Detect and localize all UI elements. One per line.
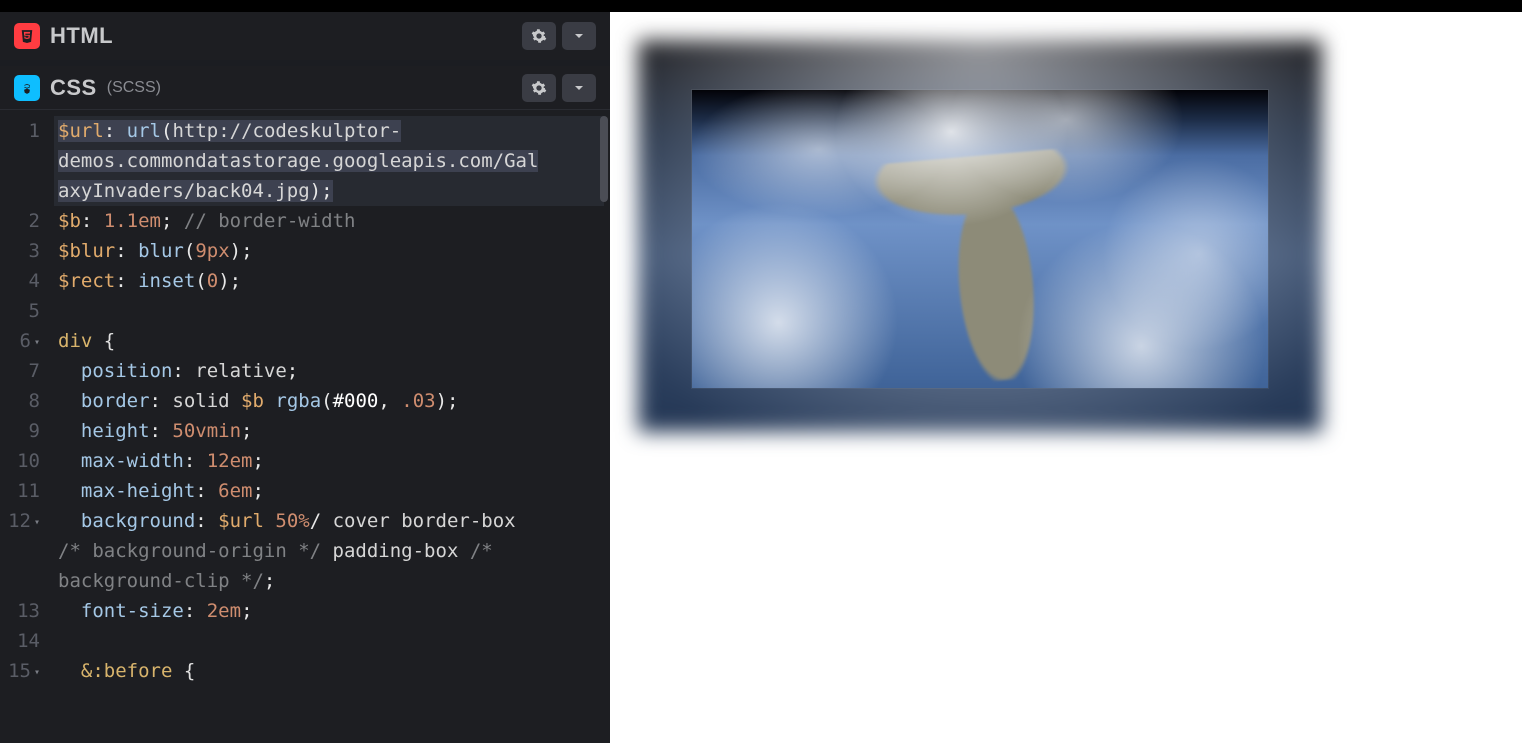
css-expand-button[interactable] (562, 74, 596, 102)
css-icon (14, 75, 40, 101)
css-panel-controls (522, 74, 596, 102)
html-settings-button[interactable] (522, 22, 556, 50)
html-icon (14, 23, 40, 49)
preview-output (638, 40, 1322, 432)
code-line[interactable]: &:before { (54, 656, 604, 686)
line-number: 12▾ (0, 506, 40, 536)
line-number: 4 (0, 266, 40, 296)
line-number: 10 (0, 446, 40, 476)
line-number: 8 (0, 386, 40, 416)
line-number: 13 (0, 596, 40, 626)
chevron-down-icon (571, 80, 587, 96)
line-number: 2 (0, 206, 40, 236)
line-number (0, 146, 40, 176)
line-number: 7 (0, 356, 40, 386)
line-number (0, 566, 40, 596)
code-line[interactable]: $blur: blur(9px); (54, 236, 604, 266)
line-number: 14 (0, 626, 40, 656)
html-panel-label: HTML (14, 23, 113, 49)
gear-icon (531, 80, 547, 96)
code-line[interactable]: axyInvaders/back04.jpg); (54, 176, 604, 206)
html-panel-controls (522, 22, 596, 50)
code-line[interactable]: $b: 1.1em; // border-width (54, 206, 604, 236)
scrollbar-thumb[interactable] (600, 116, 608, 202)
code-line[interactable]: height: 50vmin; (54, 416, 604, 446)
css-editor[interactable]: 1 23456▾789101112▾ 131415▾ $url: url(http:… (0, 110, 610, 743)
css-panel-title: CSS (50, 75, 97, 101)
line-number: 9 (0, 416, 40, 446)
line-number: 15▾ (0, 656, 40, 686)
fold-triangle-icon[interactable]: ▾ (34, 337, 40, 348)
code-line[interactable]: max-width: 12em; (54, 446, 604, 476)
html-panel-title: HTML (50, 23, 113, 49)
line-number: 6▾ (0, 326, 40, 356)
editor-column: HTML CSS (SCSS) (0, 12, 610, 743)
code-line[interactable] (54, 626, 604, 656)
code-line[interactable]: $rect: inset(0); (54, 266, 604, 296)
code-line[interactable]: div { (54, 326, 604, 356)
line-number (0, 536, 40, 566)
line-number: 11 (0, 476, 40, 506)
code-line[interactable]: background-clip */; (54, 566, 604, 596)
line-number (0, 176, 40, 206)
gear-icon (531, 28, 547, 44)
preview-image (692, 90, 1268, 388)
code-line[interactable]: position: relative; (54, 356, 604, 386)
line-number: 1 (0, 116, 40, 146)
line-number: 5 (0, 296, 40, 326)
html-expand-button[interactable] (562, 22, 596, 50)
css-panel-sub: (SCSS) (107, 79, 161, 97)
fold-triangle-icon[interactable]: ▾ (34, 517, 40, 528)
main-split: HTML CSS (SCSS) (0, 12, 1522, 743)
code-line[interactable]: font-size: 2em; (54, 596, 604, 626)
code-line[interactable]: max-height: 6em; (54, 476, 604, 506)
code-area[interactable]: $url: url(http://codeskulptor-demos.comm… (48, 110, 610, 743)
chevron-down-icon (571, 28, 587, 44)
line-number-gutter: 1 23456▾789101112▾ 131415▾ (0, 110, 48, 743)
code-line[interactable]: background: $url 50%/ cover border-box (54, 506, 604, 536)
preview-column (610, 12, 1522, 743)
code-line[interactable]: border: solid $b rgba(#000, .03); (54, 386, 604, 416)
code-line[interactable]: /* background-origin */ padding-box /* (54, 536, 604, 566)
app-topbar (0, 0, 1522, 12)
fold-triangle-icon[interactable]: ▾ (34, 667, 40, 678)
css-settings-button[interactable] (522, 74, 556, 102)
css-panel-label: CSS (SCSS) (14, 75, 161, 101)
code-line[interactable] (54, 296, 604, 326)
html-panel-header[interactable]: HTML (0, 12, 610, 60)
css-panel-header[interactable]: CSS (SCSS) (0, 66, 610, 110)
code-line[interactable]: demos.commondatastorage.googleapis.com/G… (54, 146, 604, 176)
earth-clouds (692, 90, 1268, 388)
code-line[interactable]: $url: url(http://codeskulptor- (54, 116, 604, 146)
line-number: 3 (0, 236, 40, 266)
